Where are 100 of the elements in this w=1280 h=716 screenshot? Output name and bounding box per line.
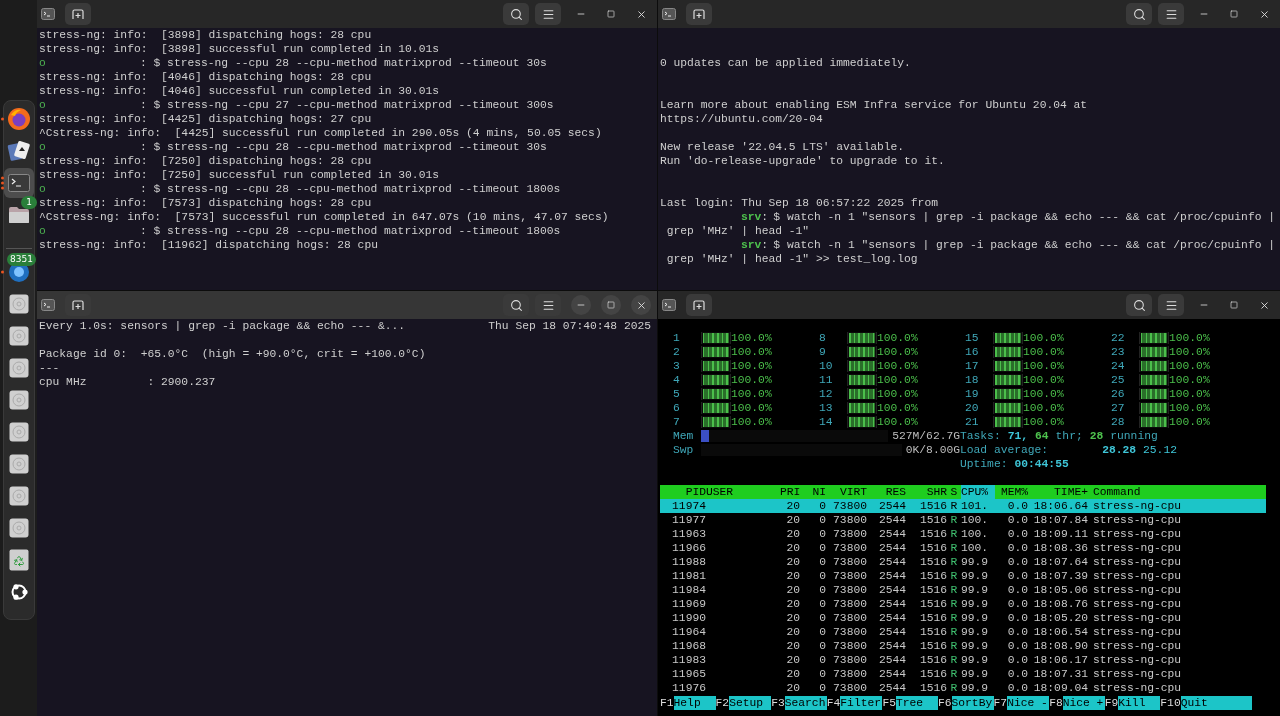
table-row[interactable]: 11968 20 0 73800 2544 1516 R 99.9 0.0 18:08.90 stress-ng-cpu bbox=[660, 639, 1266, 653]
search-button[interactable] bbox=[503, 294, 529, 316]
cpu-reading: 100.0% bbox=[1169, 331, 1210, 345]
table-cell-text: 1516 bbox=[918, 653, 947, 667]
table-row[interactable]: 11965 20 0 73800 2544 1516 R 99.9 0.0 18:07.31 stress-ng-cpu bbox=[660, 667, 1266, 681]
new-tab-button[interactable] bbox=[686, 294, 712, 316]
table-cell-text: 20 bbox=[785, 499, 800, 513]
menu-button[interactable] bbox=[535, 294, 561, 316]
search-button[interactable] bbox=[1126, 3, 1152, 25]
cpu-label: 16 bbox=[965, 345, 980, 359]
table-row[interactable]: 11988 20 0 73800 2544 1516 R 99.9 0.0 18:07.64 stress-ng-cpu bbox=[660, 555, 1266, 569]
column-header[interactable]: SHR bbox=[906, 485, 947, 499]
table-row[interactable]: 11974 20 0 73800 2544 1516 R 101. 0.0 18:06.64 stress-ng-cpu bbox=[660, 499, 1266, 513]
table-cell-text: stress-ng-cpu bbox=[1092, 499, 1183, 513]
stat-label: thr; bbox=[1055, 429, 1083, 443]
column-header[interactable]: NI bbox=[800, 485, 826, 499]
table-cell-text: 2544 bbox=[877, 541, 906, 555]
table-cell-text: stress-ng-cpu bbox=[1092, 597, 1183, 611]
column-header[interactable]: VIRT bbox=[826, 485, 867, 499]
output-line: Package id 0: +65.0°C (high = +90.0°C, crit = +100.0°C) bbox=[39, 347, 427, 361]
table-cell-text: 0 bbox=[818, 555, 826, 569]
output-line: Last login: Thu Sep 18 06:57:22 2025 from bbox=[660, 196, 939, 210]
function-label[interactable]: Help bbox=[673, 696, 716, 710]
prompt-separator: : bbox=[761, 238, 770, 252]
function-label[interactable]: Setup bbox=[729, 696, 772, 710]
function-label[interactable]: Kill bbox=[1118, 696, 1161, 710]
minimize-button[interactable] bbox=[571, 295, 591, 315]
cpu-reading: 100.0% bbox=[1169, 415, 1210, 429]
maximize-icon bbox=[1230, 10, 1238, 18]
table-cell-text: 0.0 bbox=[1006, 611, 1028, 625]
table-cell-text: 99.9 bbox=[961, 653, 990, 667]
command-line: $ watch -n 1 "sensors | grep -i package && echo --- && cat /proc/cpuinfo | bbox=[773, 210, 1275, 224]
function-label[interactable]: Nice + bbox=[1062, 696, 1105, 710]
table-row[interactable]: 11963 20 0 73800 2544 1516 R 100. 0.0 18:09.11 stress-ng-cpu bbox=[660, 527, 1266, 541]
cpu-label: 8 bbox=[819, 331, 827, 345]
stat-value: 00:44:55 bbox=[1014, 457, 1069, 471]
menu-button[interactable] bbox=[1158, 294, 1184, 316]
function-label[interactable]: Nice - bbox=[1007, 696, 1050, 710]
column-header[interactable]: CPU% bbox=[961, 485, 995, 499]
search-button[interactable] bbox=[503, 3, 529, 25]
column-header[interactable]: USER bbox=[706, 485, 780, 499]
new-tab-button[interactable] bbox=[686, 3, 712, 25]
command-line: : $ stress-ng --cpu 28 --cpu-method matrixprod --timeout 30s bbox=[140, 140, 547, 154]
table-row[interactable]: 11969 20 0 73800 2544 1516 R 99.9 0.0 18:08.76 stress-ng-cpu bbox=[660, 597, 1266, 611]
table-cell-text: 20 bbox=[785, 513, 800, 527]
table-cell-text: 18:06.54 bbox=[1032, 625, 1088, 639]
table-cell-text: 1516 bbox=[918, 667, 947, 681]
prompt-marker: o bbox=[39, 224, 47, 238]
function-label[interactable]: Filter bbox=[840, 696, 883, 710]
output-line: https://ubuntu.com/20-04 bbox=[660, 112, 824, 126]
table-cell-text: 1516 bbox=[918, 569, 947, 583]
host-name: srv bbox=[741, 210, 762, 224]
table-row[interactable]: 11964 20 0 73800 2544 1516 R 99.9 0.0 18:06.54 stress-ng-cpu bbox=[660, 625, 1266, 639]
function-label[interactable]: Quit bbox=[1180, 696, 1252, 710]
table-cell-text: 2544 bbox=[877, 667, 906, 681]
table-row[interactable]: 11983 20 0 73800 2544 1516 R 99.9 0.0 18:06.17 stress-ng-cpu bbox=[660, 653, 1266, 667]
table-cell-text: 73800 bbox=[832, 611, 867, 625]
column-header[interactable]: PID bbox=[660, 485, 706, 499]
menu-button[interactable] bbox=[1158, 3, 1184, 25]
table-cell-text: 20 bbox=[785, 667, 800, 681]
table-cell-text: 2544 bbox=[877, 527, 906, 541]
column-header[interactable]: S bbox=[947, 485, 961, 499]
table-cell-text: 0.0 bbox=[1006, 527, 1028, 541]
menu-button[interactable] bbox=[535, 3, 561, 25]
cpu-reading: 100.0% bbox=[1023, 401, 1064, 415]
maximize-button[interactable] bbox=[601, 295, 621, 315]
table-cell-text: 99.9 bbox=[961, 681, 990, 695]
cpu-reading: 100.0% bbox=[731, 345, 772, 359]
table-cell-text: 73800 bbox=[832, 653, 867, 667]
disc-icon bbox=[9, 454, 29, 474]
cpu-label: 23 bbox=[1111, 345, 1126, 359]
new-tab-button[interactable] bbox=[65, 294, 91, 316]
column-header[interactable]: Command bbox=[1088, 485, 1266, 499]
table-row[interactable]: 11981 20 0 73800 2544 1516 R 99.9 0.0 18:07.39 stress-ng-cpu bbox=[660, 569, 1266, 583]
function-label[interactable]: SortBy bbox=[951, 696, 994, 710]
column-header[interactable]: MEM% bbox=[995, 485, 1028, 499]
column-header[interactable]: TIME+ bbox=[1028, 485, 1088, 499]
table-row[interactable]: 11976 20 0 73800 2544 1516 R 99.9 0.0 18:09.04 stress-ng-cpu bbox=[660, 681, 1266, 695]
table-cell-text: 18:08.90 bbox=[1032, 639, 1088, 653]
table-cell-text: 2544 bbox=[877, 653, 906, 667]
function-label[interactable]: Search bbox=[784, 696, 827, 710]
new-tab-button[interactable] bbox=[65, 3, 91, 25]
table-cell-text: 20 bbox=[785, 583, 800, 597]
close-button[interactable] bbox=[631, 295, 651, 315]
column-header[interactable]: PRI bbox=[780, 485, 800, 499]
cpu-reading: 100.0% bbox=[731, 359, 772, 373]
table-row[interactable]: 11984 20 0 73800 2544 1516 R 99.9 0.0 18:05.06 stress-ng-cpu bbox=[660, 583, 1266, 597]
table-row[interactable]: 11977 20 0 73800 2544 1516 R 100. 0.0 18:07.84 stress-ng-cpu bbox=[660, 513, 1266, 527]
cpu-label: 21 bbox=[965, 415, 980, 429]
table-row[interactable]: 11966 20 0 73800 2544 1516 R 100. 0.0 18:08.36 stress-ng-cpu bbox=[660, 541, 1266, 555]
table-cell-text: 0 bbox=[818, 597, 826, 611]
search-button[interactable] bbox=[1126, 294, 1152, 316]
table-cell-text: 18:06.64 bbox=[1032, 499, 1088, 513]
cpu-reading: 100.0% bbox=[877, 415, 918, 429]
cpu-label: 5 bbox=[673, 387, 681, 401]
table-cell-text: 0.0 bbox=[1006, 667, 1028, 681]
disc-icon bbox=[9, 422, 29, 442]
table-row[interactable]: 11990 20 0 73800 2544 1516 R 99.9 0.0 18:05.20 stress-ng-cpu bbox=[660, 611, 1266, 625]
command-line: : $ stress-ng --cpu 28 --cpu-method matrixprod --timeout 30s bbox=[140, 56, 547, 70]
column-header[interactable]: RES bbox=[867, 485, 906, 499]
